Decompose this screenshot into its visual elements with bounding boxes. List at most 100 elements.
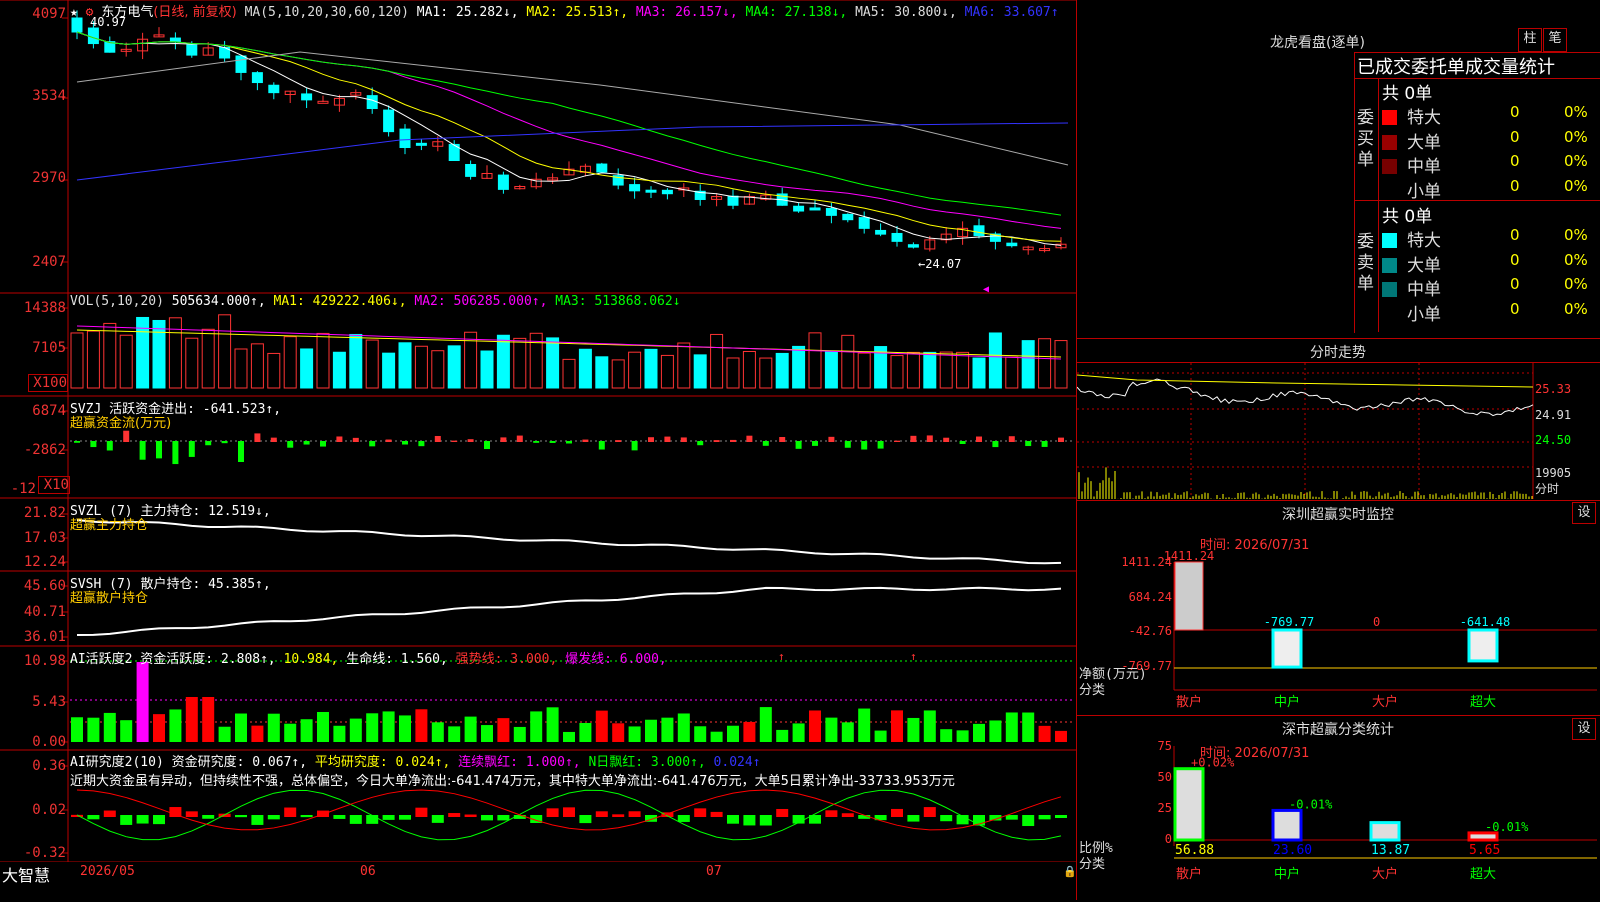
fundflow-bar <box>664 436 671 442</box>
value-label: 56.88 <box>1175 843 1214 858</box>
candle <box>661 189 673 195</box>
order-stat-row: 大单 0 0% <box>1382 251 1598 276</box>
color-swatch <box>1382 184 1397 199</box>
activity-bar <box>825 717 838 742</box>
y-axis-label: 12.24 <box>23 554 66 570</box>
bar <box>1467 628 1499 663</box>
volume-bar <box>250 343 264 389</box>
avg-line <box>1077 374 1534 388</box>
order-stat-row: 大单 0 0% <box>1382 128 1598 153</box>
volume-bar <box>103 322 117 389</box>
sell-total: 共 0单 <box>1382 207 1433 227</box>
row-count: 0 <box>1510 103 1520 121</box>
research-bar <box>333 815 346 819</box>
y-axis-label: 0.36 <box>32 758 66 774</box>
research-bar <box>612 814 625 817</box>
candle <box>891 232 903 242</box>
research-bar <box>251 815 264 825</box>
research-bar <box>464 814 477 817</box>
row-label: 大单 <box>1407 255 1441 276</box>
volume-bar <box>382 352 396 389</box>
volume-bar <box>1021 340 1035 389</box>
y-axis-label: 0.02 <box>32 802 66 818</box>
category-label: 散户 <box>1176 694 1202 710</box>
research-bar <box>759 815 772 826</box>
volume-bar <box>300 348 314 389</box>
volume-bar <box>414 345 428 389</box>
legend-item: MA5: 30.800↓, <box>847 5 957 20</box>
kline-chart[interactable]: ◀ ↑ ↑ <box>0 0 1076 862</box>
research-bar <box>579 815 592 824</box>
activity-bar <box>153 714 165 742</box>
research-bar <box>431 815 444 823</box>
axis-label: 19905 <box>1535 466 1571 480</box>
y-axis-label: -2862 <box>23 442 66 458</box>
pen-mode-button[interactable]: 笔 <box>1543 28 1567 52</box>
candle <box>399 128 411 149</box>
research-bar <box>710 811 723 817</box>
activity-bar <box>366 713 379 742</box>
activity-bar <box>694 726 707 742</box>
activity-bar <box>448 726 461 742</box>
main-chart-area[interactable]: ◀ ↑ ↑ <box>0 0 1076 862</box>
candle <box>186 44 198 56</box>
candle <box>301 93 313 101</box>
volume-bar <box>201 328 215 389</box>
activity-bar <box>1038 725 1051 742</box>
intraday-chart[interactable]: 25.33 24.91 24.50 19905 分时 <box>1077 363 1600 501</box>
candle <box>875 229 887 235</box>
research-bar <box>481 815 493 821</box>
svzj-subtitle: 超赢资金流(万元) <box>70 416 172 431</box>
activity-bar <box>333 725 346 742</box>
row-percent: 0% <box>1564 299 1588 318</box>
app-name: 大智慧 <box>2 866 51 885</box>
fundflow-bar <box>877 441 884 449</box>
fundflow-bar <box>697 441 704 446</box>
change-label: +0.02% <box>1191 756 1235 770</box>
row-count: 0 <box>1510 275 1520 293</box>
fundflow-bar <box>648 437 654 442</box>
order-stat-row: 中单 0 0% <box>1382 152 1598 177</box>
axis-label: 25.33 <box>1535 382 1571 396</box>
row-count: 0 <box>1510 176 1520 195</box>
research-bar <box>284 807 297 817</box>
y-axis-label: 4097 <box>32 6 66 22</box>
volume-legend: VOL(5,10,20) 505634.000↑, MA1: 429222.40… <box>70 294 681 309</box>
research-bar <box>677 815 690 822</box>
fundflow-bar <box>861 441 868 450</box>
fundflow-bar <box>844 441 851 448</box>
bar-mode-button[interactable]: 柱 <box>1518 28 1542 52</box>
legend-item: N日飘红: 3.000↑, <box>580 755 706 770</box>
fundflow-bar <box>434 435 441 442</box>
bar <box>1271 628 1303 669</box>
bar <box>1467 831 1499 842</box>
activity-bar <box>628 726 641 742</box>
volume-bar <box>431 350 445 389</box>
fundflow-bar <box>188 441 195 457</box>
volume-bar <box>693 354 707 389</box>
activity-bar <box>382 711 395 742</box>
arrow-marker: ↑ <box>778 650 785 663</box>
y-axis-label: 17.03 <box>23 530 66 546</box>
value-label: 1411.24 <box>1164 549 1215 563</box>
lock-icon[interactable]: 🔒 <box>1063 865 1077 878</box>
y-axis-label: 2970 <box>32 170 66 186</box>
volume-bar <box>218 314 232 389</box>
ma120-line <box>76 122 1069 181</box>
color-swatch <box>1382 110 1397 125</box>
fundflow-bar <box>402 441 408 445</box>
category-label: 超大 <box>1470 695 1496 710</box>
volume-bar <box>119 334 133 389</box>
order-stat-row: 特大 0 0% <box>1382 226 1598 251</box>
buy-orders-label: 委买单 <box>1357 108 1374 170</box>
class-chart: 75 50 25 0 比例%分类 +0.02% 56.88 散户 -0.01% 23.60 中户 13… <box>1079 739 1597 882</box>
star-icon[interactable]: ★ <box>70 5 78 20</box>
legend-item: 10.984, <box>275 652 339 667</box>
legend-item: MA3: 26.157↓, <box>628 5 738 20</box>
fundflow-bar <box>598 441 605 450</box>
value-label: 23.60 <box>1273 843 1312 858</box>
research-bar <box>825 810 838 817</box>
bar <box>1369 821 1401 842</box>
candle <box>727 195 739 206</box>
y-axis-label: 36.01 <box>23 629 66 645</box>
